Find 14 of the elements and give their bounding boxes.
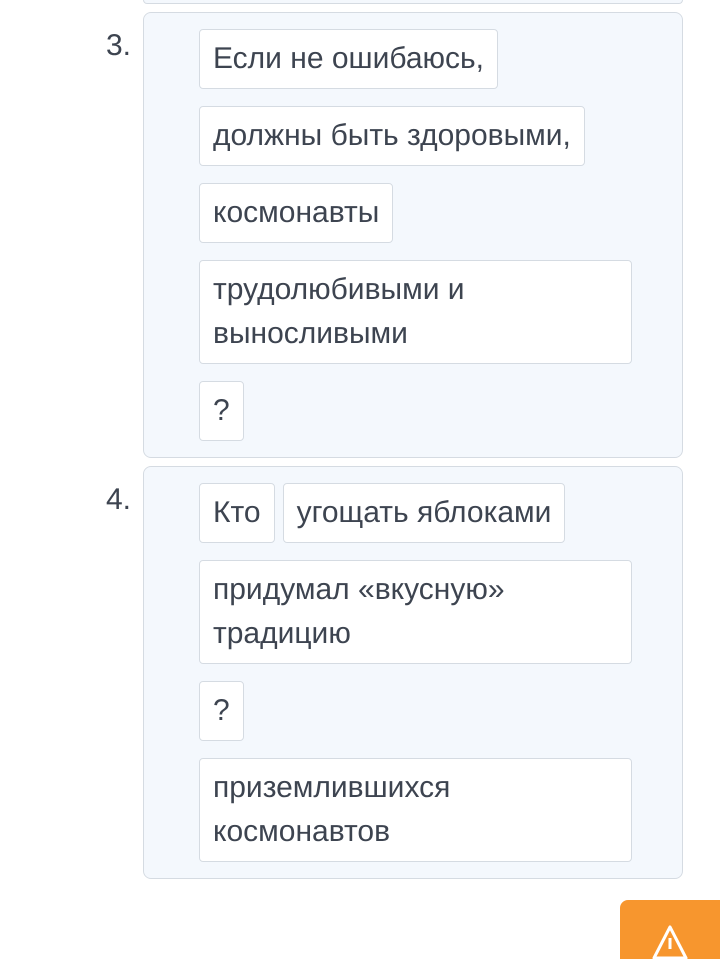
word-chip[interactable]: придумал «вкусную» традицию <box>199 560 632 664</box>
warning-icon <box>652 924 688 959</box>
question-number: 3. <box>104 28 132 64</box>
word-chip[interactable]: должны быть здоровыми, <box>199 106 585 166</box>
word-chip[interactable]: Кто <box>199 483 275 543</box>
word-chip[interactable]: ? <box>199 381 244 441</box>
word-chip[interactable]: ? <box>199 681 244 741</box>
word-chip[interactable]: приземлившихся космонавтов <box>199 758 632 862</box>
word-chip[interactable]: Если не ошибаюсь, <box>199 29 498 89</box>
word-chip[interactable]: трудолюбивыми и выносливыми <box>199 260 632 364</box>
word-chip[interactable]: космонавты <box>199 183 394 243</box>
question-number: 4. <box>104 482 132 518</box>
word-chip[interactable]: угощать яблоками <box>282 483 566 543</box>
report-button[interactable] <box>620 900 720 959</box>
